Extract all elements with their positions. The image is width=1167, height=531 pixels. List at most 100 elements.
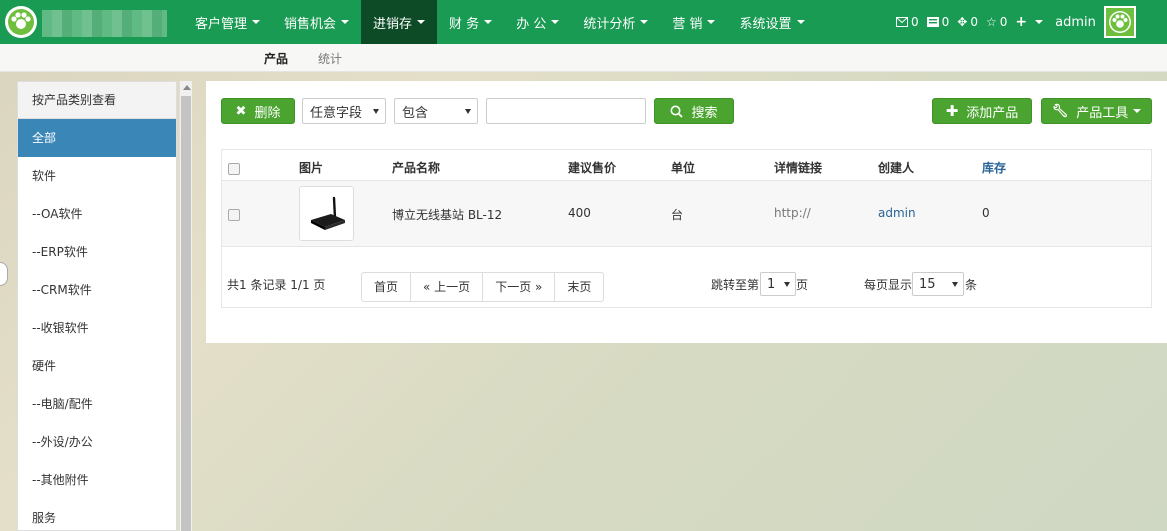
quick-add-button[interactable]: + xyxy=(1015,14,1044,30)
logo-icon[interactable] xyxy=(5,6,37,38)
nav-sales-opportunity[interactable]: 销售机会 xyxy=(272,0,361,44)
favorite-count: 0 xyxy=(999,15,1008,29)
prev-page-button[interactable]: « 上一页 xyxy=(411,273,484,301)
product-creator[interactable]: admin xyxy=(878,206,916,220)
caret-down-icon xyxy=(1035,20,1044,24)
nav-finance[interactable]: 财 务 xyxy=(437,0,504,44)
last-page-button[interactable]: 末页 xyxy=(555,273,603,301)
sidebar-item-all[interactable]: 全部 xyxy=(18,119,176,157)
product-unit: 台 xyxy=(671,208,684,222)
top-nav: 客户管理 销售机会 进销存 财 务 办 公 统计分析 营 销 系统设置 0 0 … xyxy=(0,0,1167,44)
jump-label-prefix: 跳转至第 xyxy=(711,278,760,292)
product-price: 400 xyxy=(568,206,591,220)
first-page-button[interactable]: 首页 xyxy=(362,273,412,301)
star-icon: ☆ xyxy=(985,15,997,29)
search-label: 搜索 xyxy=(691,105,718,121)
record-summary: 共1 条记录 1/1 页 xyxy=(227,278,326,292)
field-select[interactable]: 任意字段 xyxy=(302,98,386,124)
nav-right-tools: 0 0 ✥ 0 ☆ 0 + admin xyxy=(896,0,1136,44)
caret-down-icon xyxy=(640,20,649,24)
nav-inventory[interactable]: 进销存 xyxy=(361,0,438,44)
select-all-checkbox[interactable] xyxy=(228,163,240,175)
condition-select[interactable]: 包含 xyxy=(394,98,478,124)
sub-nav: 产品 统计 xyxy=(0,44,1167,72)
product-image[interactable] xyxy=(299,186,354,241)
condition-select-value: 包含 xyxy=(402,105,429,121)
add-product-label: 添加产品 xyxy=(966,105,1019,121)
col-stock-sort[interactable]: 库存 xyxy=(982,159,1006,176)
dropdown-arrow-icon xyxy=(784,282,790,287)
notice-indicator[interactable]: 0 xyxy=(926,15,950,29)
next-page-button[interactable]: 下一页 » xyxy=(483,273,556,301)
scrollbar-thumb[interactable] xyxy=(181,96,191,531)
search-button[interactable]: 搜索 xyxy=(654,98,734,124)
delete-button[interactable]: ✖ 删除 xyxy=(221,98,295,124)
tab-statistics[interactable]: 统计 xyxy=(318,50,342,67)
delete-label: 删除 xyxy=(254,105,281,121)
nav-marketing[interactable]: 营 销 xyxy=(660,0,727,44)
sidebar-item-software[interactable]: 软件 xyxy=(18,157,176,195)
main-menu: 客户管理 销售机会 进销存 财 务 办 公 统计分析 营 销 系统设置 xyxy=(183,0,817,44)
favorite-indicator[interactable]: ☆ 0 xyxy=(986,15,1007,29)
dropdown-arrow-icon xyxy=(952,282,958,287)
col-image: 图片 xyxy=(299,161,324,175)
sidebar-item-crm-software[interactable]: --CRM软件 xyxy=(18,271,176,309)
caret-down-icon xyxy=(484,20,493,24)
nav-customer-management[interactable]: 客户管理 xyxy=(183,0,272,44)
per-page-select[interactable]: 15 xyxy=(912,272,964,296)
product-name[interactable]: 博立无线基站 BL-12 xyxy=(392,206,502,223)
sidebar-item-hardware[interactable]: 硬件 xyxy=(18,347,176,385)
avatar[interactable] xyxy=(1103,6,1136,38)
col-creator: 创建人 xyxy=(878,161,915,175)
notice-count: 0 xyxy=(941,15,950,29)
pagination: 首页 « 上一页 下一页 » 末页 xyxy=(361,272,605,302)
list-icon xyxy=(926,17,939,27)
table-header: 图片 产品名称 建议售价 单位 详情链接 创建人 库存 xyxy=(222,150,1151,181)
row-checkbox[interactable] xyxy=(228,209,240,221)
col-detail-link: 详情链接 xyxy=(774,161,823,175)
sidebar-item-peripherals[interactable]: --外设/办公 xyxy=(18,423,176,461)
jump-label-suffix: 页 xyxy=(796,278,809,292)
sidebar-item-other-accessories[interactable]: --其他附件 xyxy=(18,461,176,499)
wrench-icon: 🔧︎ xyxy=(1051,103,1069,119)
plus-icon: + xyxy=(1015,14,1028,30)
times-icon: ✖ xyxy=(235,103,247,119)
table-row[interactable]: 博立无线基站 BL-12 400 台 http:// admin 0 xyxy=(222,181,1151,247)
envelope-icon xyxy=(896,17,908,27)
mail-count: 0 xyxy=(911,15,919,29)
sidebar-item-computer-parts[interactable]: --电脑/配件 xyxy=(18,385,176,423)
plus-icon: ✚ xyxy=(945,102,959,120)
nav-system-settings[interactable]: 系统设置 xyxy=(727,0,816,44)
nav-statistics[interactable]: 统计分析 xyxy=(571,0,660,44)
sidebar-item-erp-software[interactable]: --ERP软件 xyxy=(18,233,176,271)
jump-page-value: 1 xyxy=(767,276,776,292)
category-sidebar: 按产品类别查看 全部 软件 --OA软件 --ERP软件 --CRM软件 --收… xyxy=(17,81,177,531)
caret-down-icon xyxy=(341,20,350,24)
caret-down-icon xyxy=(1133,109,1142,113)
product-tools-label: 产品工具 xyxy=(1076,105,1129,121)
router-image xyxy=(310,196,345,230)
caret-down-icon xyxy=(707,20,716,24)
search-input[interactable] xyxy=(486,98,646,124)
sidebar-item-oa-software[interactable]: --OA软件 xyxy=(18,195,176,233)
add-product-button[interactable]: ✚ 添加产品 xyxy=(932,98,1032,124)
mail-indicator[interactable]: 0 xyxy=(896,15,919,29)
scroll-up-icon[interactable] xyxy=(183,85,191,90)
sidebar-item-pos-software[interactable]: --收银软件 xyxy=(18,309,176,347)
col-product-name: 产品名称 xyxy=(392,161,441,175)
crosshair-icon: ✥ xyxy=(957,15,968,29)
task-indicator[interactable]: ✥ 0 xyxy=(957,15,978,29)
sidebar-item-services[interactable]: 服务 xyxy=(18,499,176,530)
task-count: 0 xyxy=(970,15,978,29)
jump-page-select[interactable]: 1 xyxy=(760,272,796,296)
main-panel: ✖ 删除 任意字段 包含 搜索 ✚ 添加产品 🔧︎ 产品工具 图片 产品名称 建… xyxy=(206,81,1167,343)
nav-office[interactable]: 办 公 xyxy=(504,0,571,44)
sidebar-scrollbar[interactable] xyxy=(179,81,192,531)
tab-products[interactable]: 产品 xyxy=(264,50,288,67)
product-link[interactable]: http:// xyxy=(774,206,811,220)
product-tools-button[interactable]: 🔧︎ 产品工具 xyxy=(1041,98,1152,124)
per-page-label-prefix: 每页显示 xyxy=(864,278,913,292)
search-icon xyxy=(670,105,684,118)
collapse-handle[interactable] xyxy=(0,262,8,286)
user-name[interactable]: admin xyxy=(1055,15,1096,30)
